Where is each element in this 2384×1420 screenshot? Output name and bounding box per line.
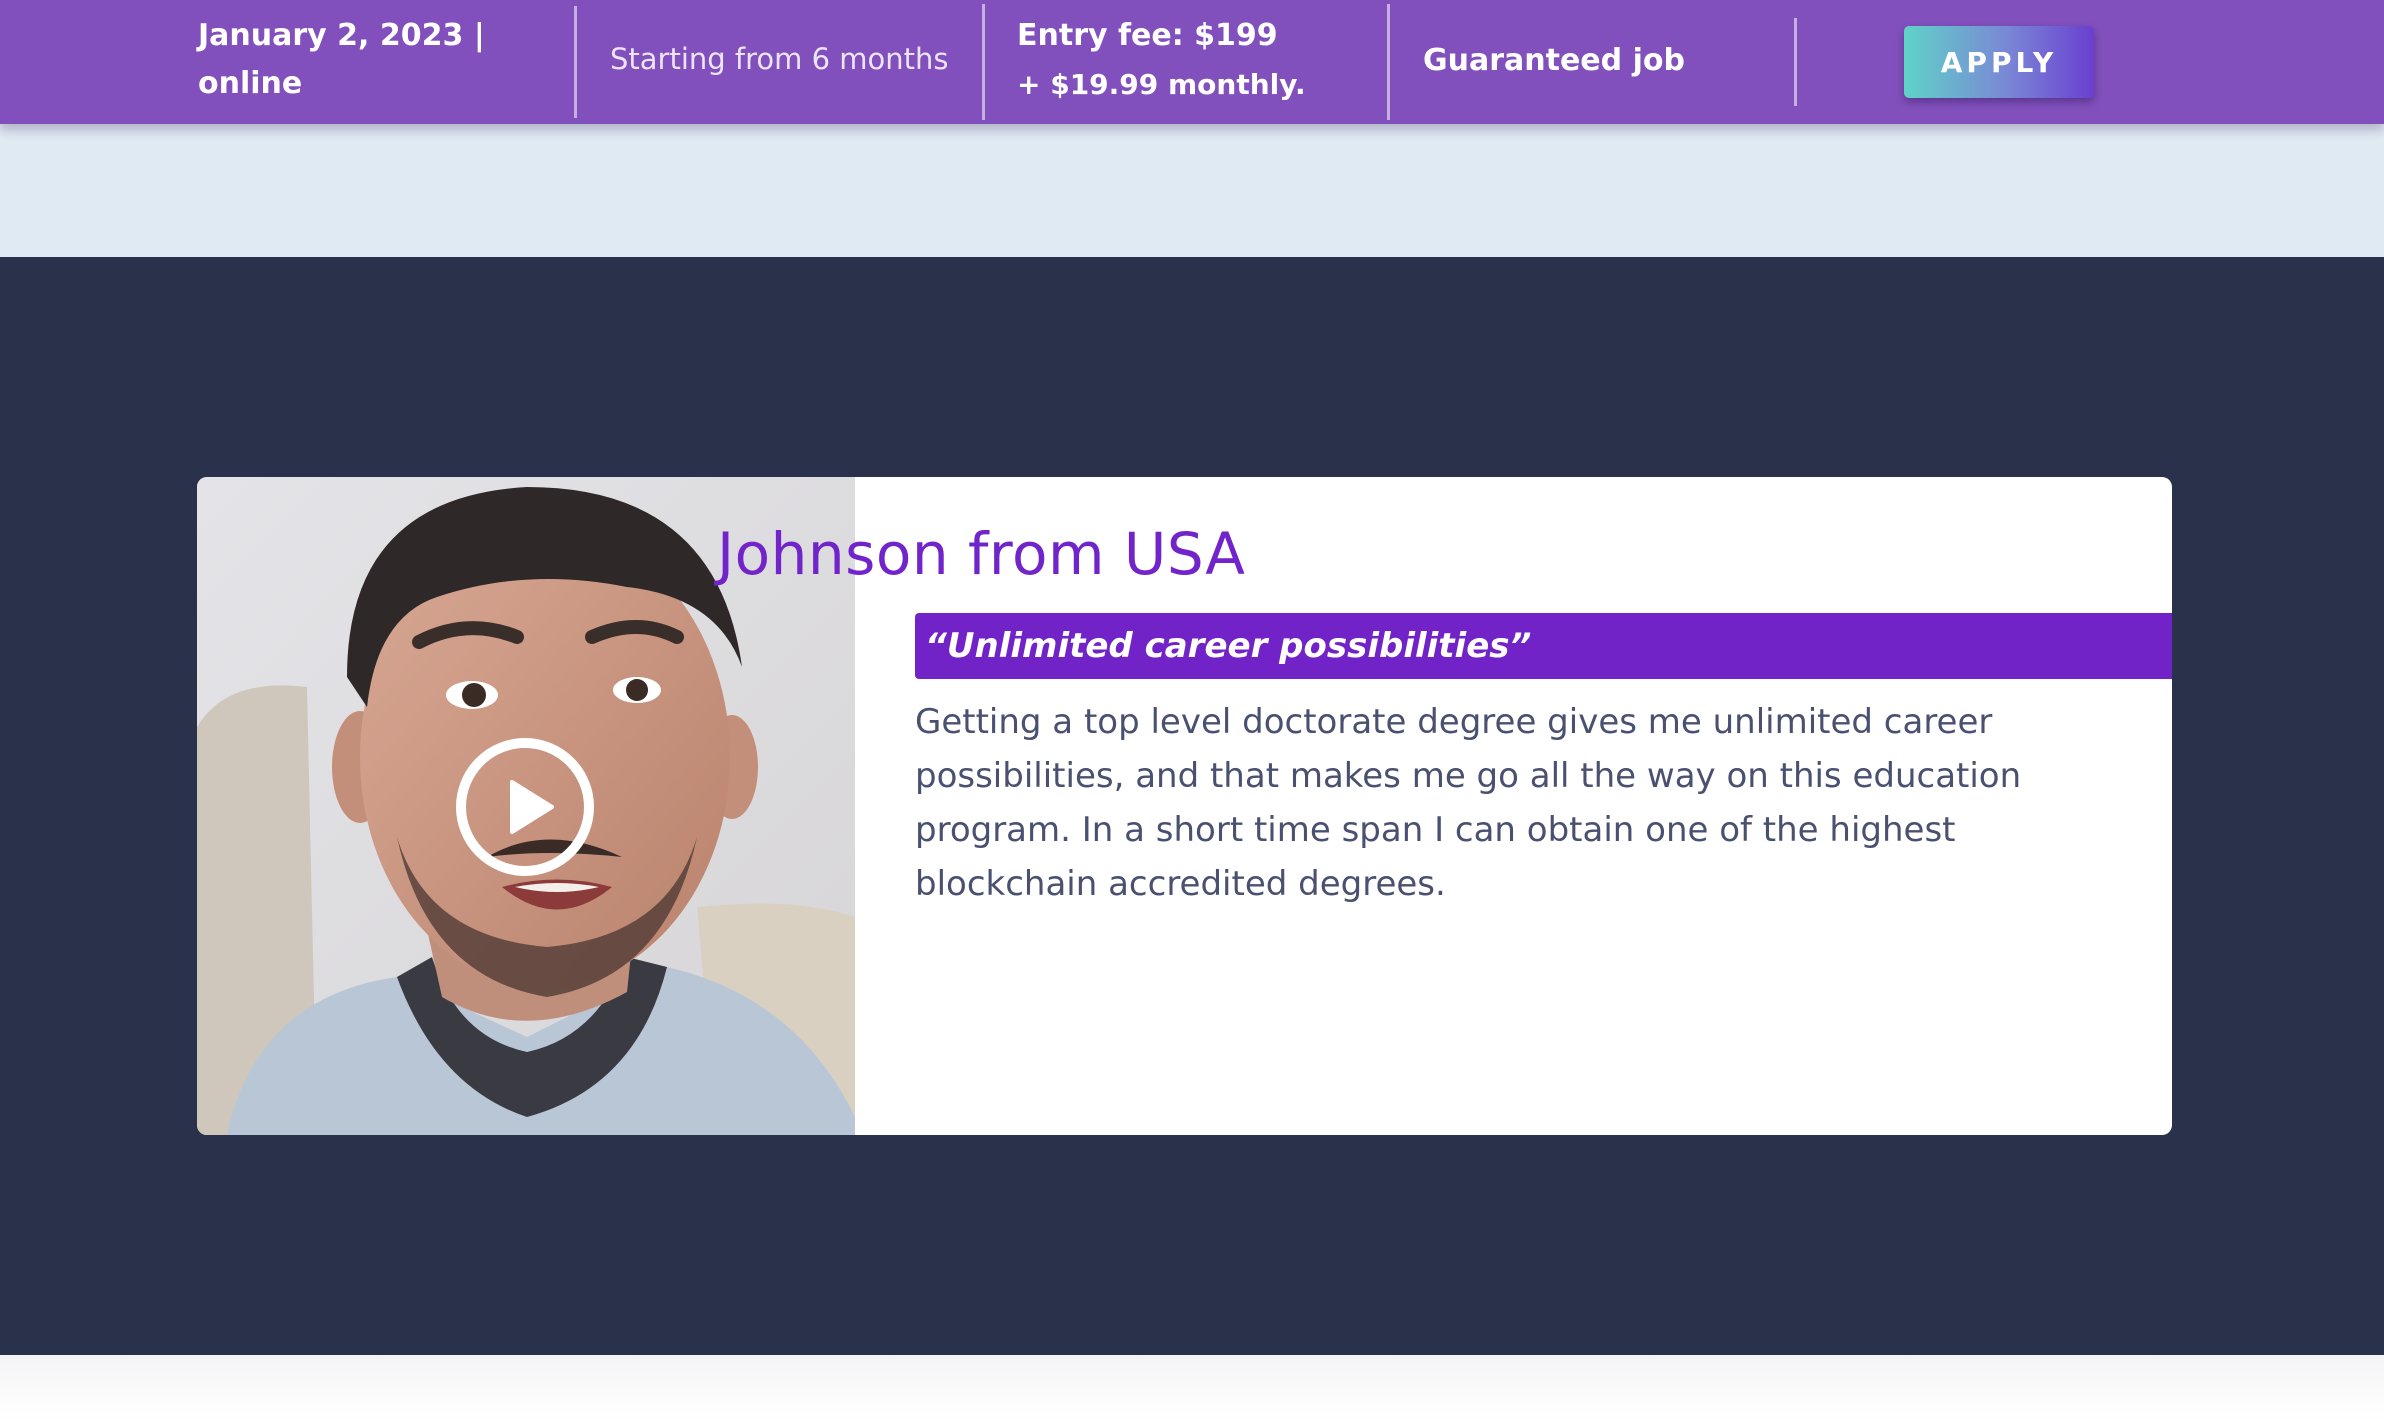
top-info-bar: January 2, 2023 | online Starting from 6… [0,0,2384,124]
course-date-line1: January 2, 2023 | [198,18,485,53]
next-section-edge [0,1355,2384,1420]
course-date: January 2, 2023 | online [198,12,485,108]
guarantee-text: Guaranteed job [1423,43,1685,78]
separator [574,6,577,118]
course-duration: Starting from 6 months [610,42,949,76]
apply-button[interactable]: APPLY [1904,26,2094,98]
testimonial-quote-banner: “Unlimited career possibilities” [915,613,2172,679]
separator [1387,4,1390,120]
course-date-line2: online [198,66,303,101]
separator [982,4,985,120]
course-fee: Entry fee: $199 + $19.99 monthly. [1017,12,1306,110]
light-band [0,124,2384,257]
fee-line2: + $19.99 monthly. [1017,68,1306,101]
testimonial-body: Getting a top level doctorate degree giv… [915,702,2022,904]
fee-line1: Entry fee: $199 [1017,18,1278,53]
separator [1794,18,1797,106]
play-icon[interactable] [454,736,596,878]
testimonial-name: Johnson from USA [717,520,1246,588]
